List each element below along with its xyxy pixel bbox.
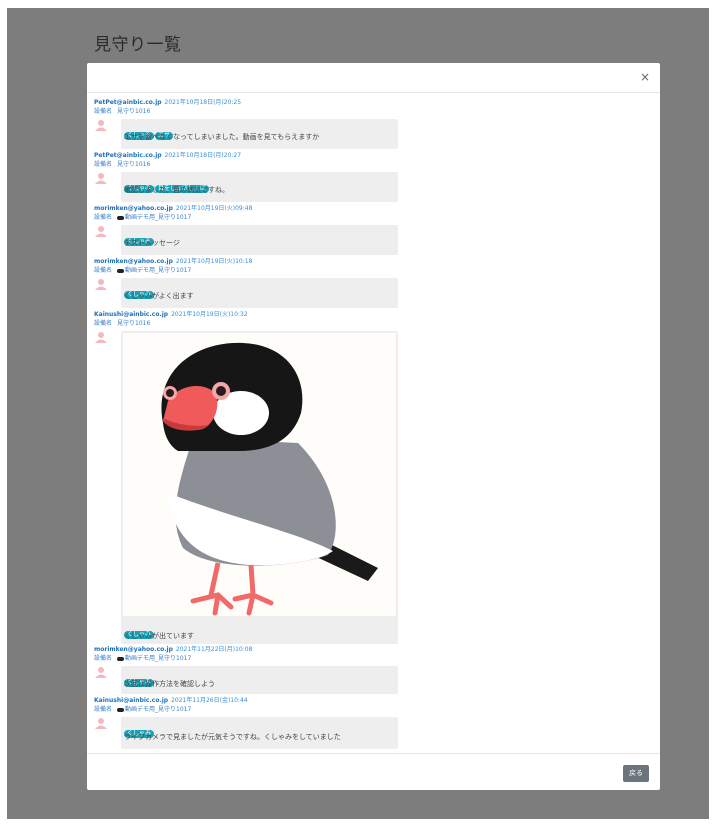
message-text: くしゃみがよく出ます: [124, 292, 194, 300]
message-item: morimken@yahoo.co.jp 2021年11月22日(月)10:08 …: [87, 646, 660, 696]
user-avatar-icon: [95, 226, 107, 237]
device-label: 設備名: [94, 655, 113, 662]
message-text: くしゃみが出ています: [124, 632, 194, 640]
message-item: Kainushi@ainbic.co.jp 2021年10月19日(火)10:32…: [87, 311, 660, 645]
camera-icon: [117, 707, 125, 712]
camera-icon: [117, 215, 125, 220]
message-text: テストメッセージ: [124, 239, 180, 247]
device-label: 設備名: [94, 214, 113, 221]
user-avatar-icon: [95, 667, 107, 678]
message-time: 2021年10月18日(月)20:25: [164, 99, 242, 106]
message-header: morimken@yahoo.co.jp 2021年10月19日(火)09:48: [94, 205, 252, 213]
sender-email[interactable]: PetPet@ainbic.co.jp: [94, 99, 162, 106]
modal-header: ×: [87, 63, 660, 93]
device-line: 設備名 見守り1016: [94, 108, 150, 116]
user-avatar-icon: [95, 279, 107, 290]
message-text: ライブカメラで見ましたが元気そうですね。くしゃみをしていました: [124, 733, 341, 741]
device-name: 動画デモ用_見守り1017: [125, 214, 192, 221]
message-time: 2021年11月26日(金)10:44: [171, 697, 248, 704]
device-line: 設備名 見守り1016: [94, 320, 150, 328]
message-time: 2021年10月19日(火)10:18: [175, 258, 253, 265]
message-bubble: くしゃみ くしゃみがよく出ます: [121, 278, 398, 308]
device-name: 動画デモ用_見守り1017: [125, 706, 192, 713]
page-title: 見守り一覧: [94, 35, 182, 55]
device-line: 設備名 見守り1016: [94, 161, 150, 169]
device-label: 設備名: [94, 320, 113, 327]
message-header: Kainushi@ainbic.co.jp 2021年10月19日(火)10:32: [94, 311, 248, 319]
device-line: 設備名 動画デモ用_見守り1017: [94, 267, 191, 275]
device-name: 動画デモ用_見守り1017: [125, 655, 192, 662]
back-button[interactable]: 戻る: [623, 765, 649, 782]
message-bubble: くしゃみ 次回は操作方法を確認しよう: [121, 666, 398, 694]
sender-email[interactable]: morimken@yahoo.co.jp: [94, 646, 173, 653]
sender-email[interactable]: morimken@yahoo.co.jp: [94, 205, 173, 212]
sender-email[interactable]: Kainushi@ainbic.co.jp: [94, 697, 168, 704]
message-bubble: くしゃみ テストメッセージ: [121, 225, 398, 255]
message-header: morimken@yahoo.co.jp 2021年11月22日(月)10:08: [94, 646, 252, 654]
message-bubble: くしゃみ くしゃみが出ています: [121, 331, 398, 644]
user-avatar-icon: [95, 718, 107, 729]
message-modal: × PetPet@ainbic.co.jp 2021年10月18日(月)20:25…: [87, 63, 660, 790]
message-item: PetPet@ainbic.co.jp 2021年10月18日(月)20:25 設…: [87, 99, 660, 151]
message-item: morimken@yahoo.co.jp 2021年10月19日(火)09:48 …: [87, 205, 660, 257]
message-bubble: くしゃみ ライブカメラで見ましたが元気そうですね。くしゃみをしていました: [121, 717, 398, 749]
message-bubble: くしゃみ エサ エサを食べなくなってしまいました。動画を見てもらえますか: [121, 119, 398, 149]
sender-email[interactable]: PetPet@ainbic.co.jp: [94, 152, 162, 159]
camera-icon: [117, 268, 125, 273]
message-time: 2021年10月18日(月)20:27: [164, 152, 242, 159]
message-item: morimken@yahoo.co.jp 2021年10月19日(火)10:18 …: [87, 258, 660, 310]
device-name: 見守り1016: [117, 108, 151, 115]
sender-email[interactable]: morimken@yahoo.co.jp: [94, 258, 173, 265]
message-time: 2021年10月19日(火)10:32: [171, 311, 248, 318]
user-avatar-icon: [95, 332, 107, 343]
device-name: 動画デモ用_見守り1017: [125, 267, 192, 274]
message-text: 次回は操作方法を確認しよう: [124, 680, 215, 688]
message-header: Kainushi@ainbic.co.jp 2021年11月26日(金)10:44: [94, 697, 248, 705]
message-text: エサを食べなくなってしまいました。動画を見てもらえますか: [124, 133, 320, 141]
user-avatar-icon: [95, 173, 107, 184]
message-header: morimken@yahoo.co.jp 2021年10月19日(火)10:18: [94, 258, 252, 266]
message-item: PetPet@ainbic.co.jp 2021年10月18日(月)20:27 設…: [87, 152, 660, 204]
device-line: 設備名 動画デモ用_見守り1017: [94, 706, 191, 714]
device-name: 見守り1016: [117, 161, 151, 168]
user-avatar-icon: [95, 120, 107, 131]
device-name: 見守り1016: [117, 320, 151, 327]
message-text: 確認しました。目の病気ですね。: [124, 186, 229, 194]
device-label: 設備名: [94, 161, 113, 168]
camera-icon: [117, 656, 125, 661]
message-header: PetPet@ainbic.co.jp 2021年10月18日(月)20:25: [94, 99, 241, 107]
close-icon[interactable]: ×: [639, 70, 651, 84]
message-item: Kainushi@ainbic.co.jp 2021年11月26日(金)10:44…: [87, 697, 660, 751]
bird-photo[interactable]: [123, 333, 396, 616]
message-bubble: くしゃみ 目をしょぼしょぼ 確認しました。目の病気ですね。: [121, 172, 398, 202]
device-label: 設備名: [94, 706, 113, 713]
message-time: 2021年11月22日(月)10:08: [175, 646, 253, 653]
modal-footer: 戻る: [87, 753, 660, 791]
device-label: 設備名: [94, 267, 113, 274]
message-list: PetPet@ainbic.co.jp 2021年10月18日(月)20:25 設…: [87, 93, 660, 753]
sender-email[interactable]: Kainushi@ainbic.co.jp: [94, 311, 168, 318]
device-line: 設備名 動画デモ用_見守り1017: [94, 655, 191, 663]
message-header: PetPet@ainbic.co.jp 2021年10月18日(月)20:27: [94, 152, 241, 160]
device-line: 設備名 動画デモ用_見守り1017: [94, 214, 191, 222]
device-label: 設備名: [94, 108, 113, 115]
message-time: 2021年10月19日(火)09:48: [175, 205, 253, 212]
